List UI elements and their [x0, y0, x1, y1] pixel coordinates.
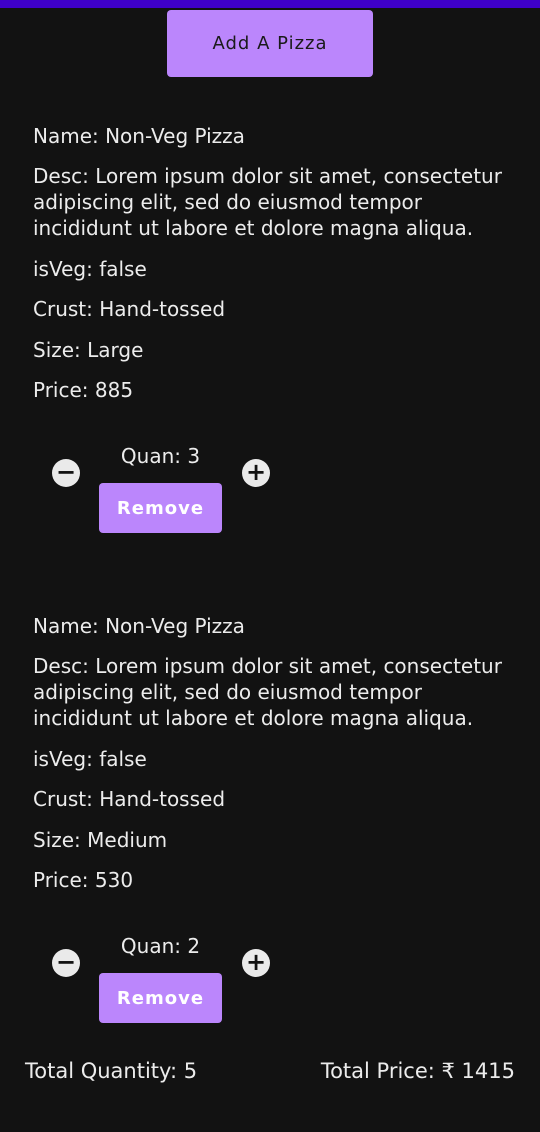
status-bar-strip — [0, 0, 540, 8]
pizza-is-veg: isVeg: false — [33, 257, 147, 281]
minus-circle-icon[interactable]: − — [52, 459, 80, 487]
pizza-crust: Crust: Hand-tossed — [33, 297, 226, 321]
pizza-price: Price: 530 — [33, 868, 134, 892]
pizza-card: Name: Non-Veg Pizza Desc: Lorem ipsum do… — [0, 610, 540, 1040]
pizza-description: Desc: Lorem ipsum dolor sit amet, consec… — [33, 654, 502, 730]
pizza-size: Size: Medium — [33, 828, 168, 852]
pizza-price: Price: 885 — [33, 378, 134, 402]
quantity-label: Quan: 2 — [120, 934, 201, 958]
remove-button[interactable]: Remove — [99, 483, 222, 533]
remove-button[interactable]: Remove — [99, 973, 222, 1023]
add-pizza-button[interactable]: Add A Pizza — [167, 10, 373, 77]
plus-circle-icon[interactable]: + — [242, 459, 270, 487]
pizza-card: Name: Non-Veg Pizza Desc: Lorem ipsum do… — [0, 120, 540, 550]
minus-circle-icon[interactable]: − — [52, 949, 80, 977]
pizza-name: Name: Non-Veg Pizza — [33, 614, 245, 638]
pizza-description: Desc: Lorem ipsum dolor sit amet, consec… — [33, 164, 502, 240]
total-price: Total Price: ₹ 1415 — [320, 1059, 515, 1083]
quantity-label: Quan: 3 — [120, 444, 201, 468]
pizza-crust: Crust: Hand-tossed — [33, 787, 226, 811]
pizza-is-veg: isVeg: false — [33, 747, 147, 771]
pizza-name: Name: Non-Veg Pizza — [33, 124, 245, 148]
plus-circle-icon[interactable]: + — [242, 949, 270, 977]
total-quantity: Total Quantity: 5 — [25, 1059, 198, 1083]
pizza-size: Size: Large — [33, 338, 144, 362]
